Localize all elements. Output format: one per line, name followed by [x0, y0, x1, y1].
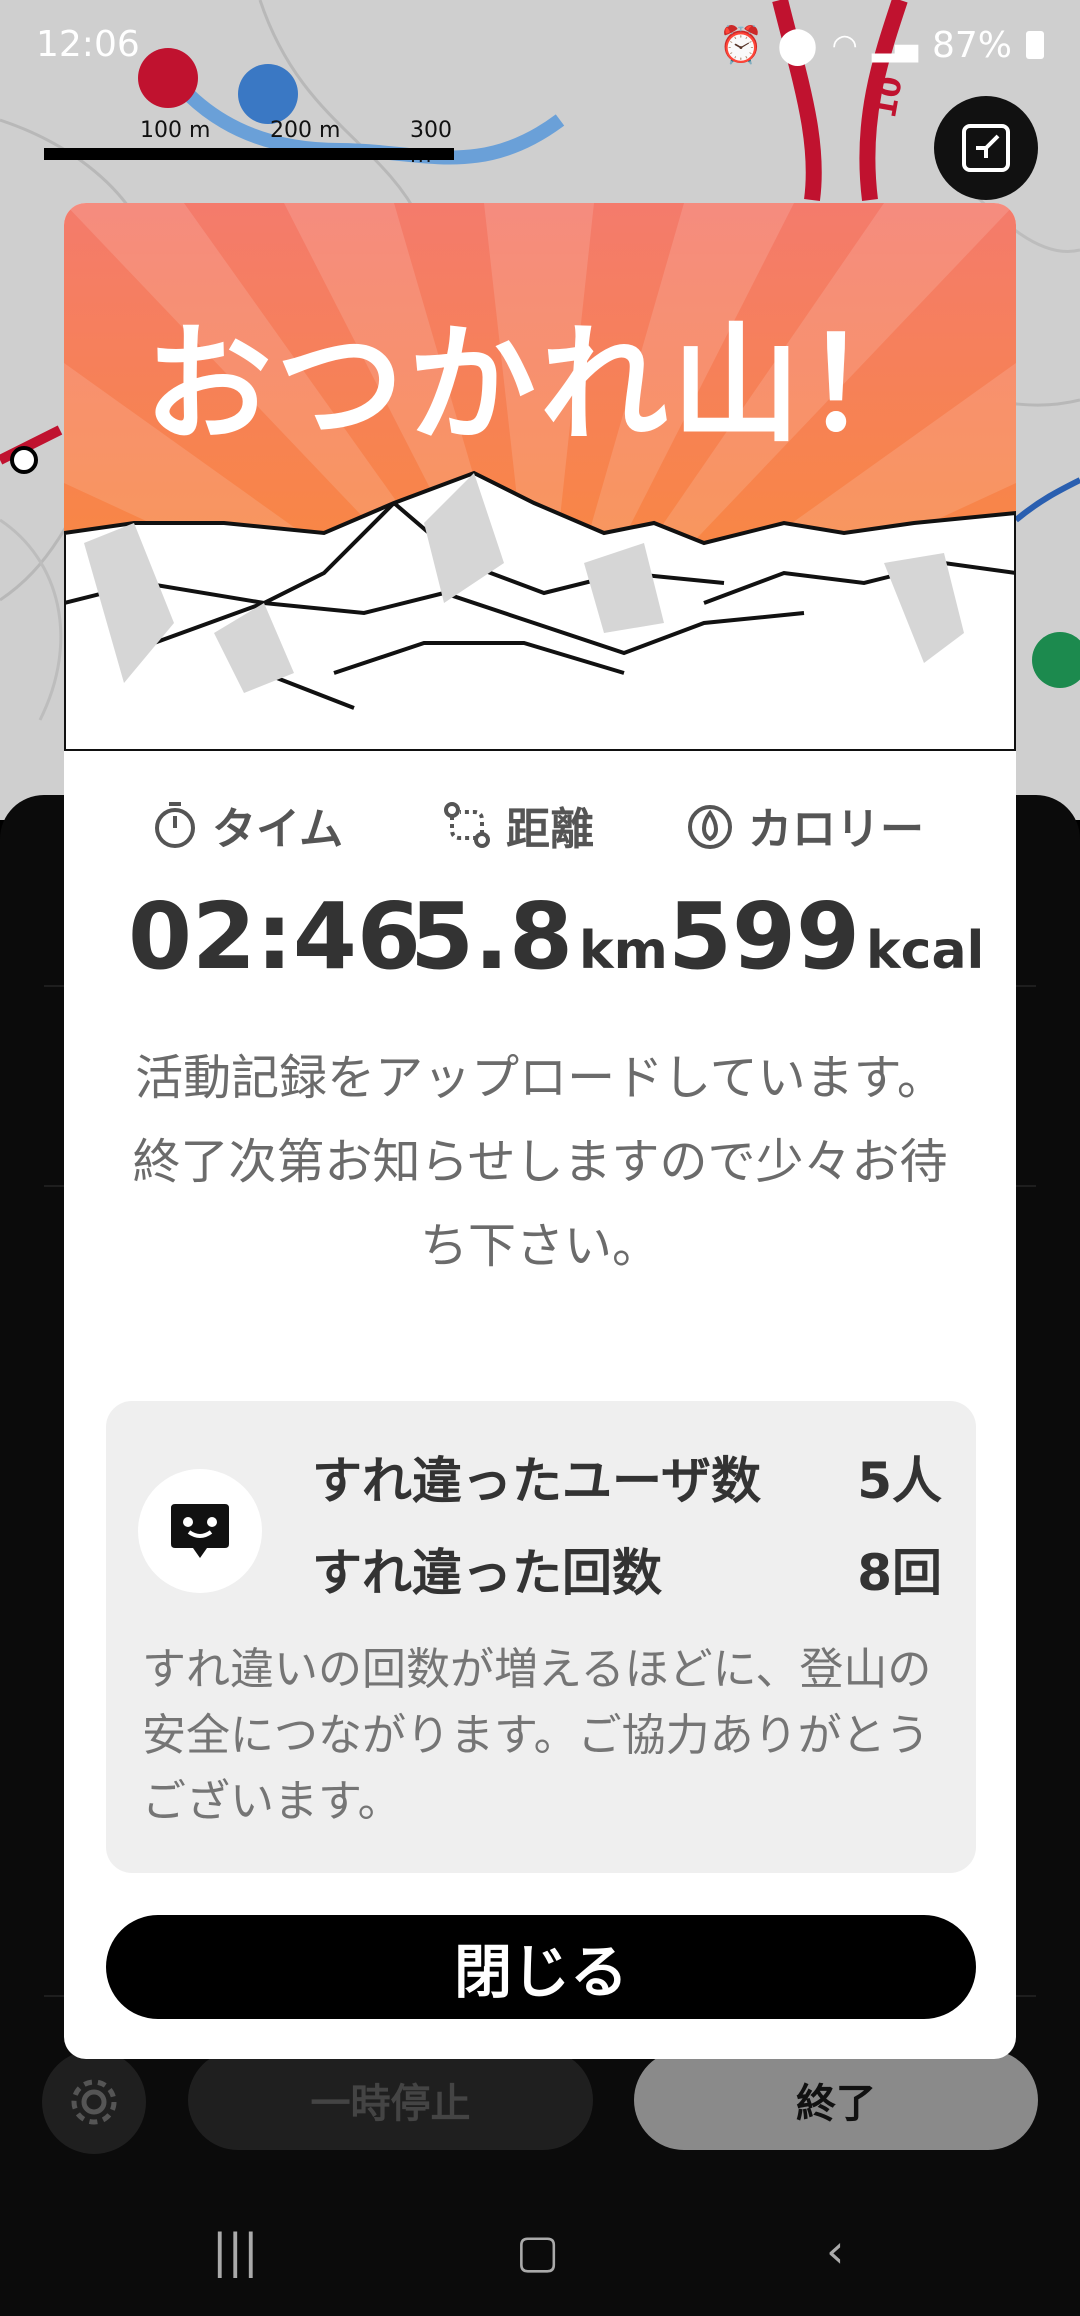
close-button[interactable]: 閉じる — [106, 1915, 976, 2019]
scale-label: 300 m — [410, 118, 452, 168]
tracking-controls: 一時停止 終了 — [0, 2050, 1080, 2154]
passed-users-row: すれ違ったユーザ数 5人 — [312, 1441, 942, 1513]
system-navigation-bar: ||| ▢ ‹ — [0, 2200, 1080, 2316]
passed-users-value: 5人 — [857, 1452, 942, 1510]
stat-label-text: 距離 — [506, 804, 594, 855]
battery-icon — [1026, 31, 1044, 59]
fullscreen-toggle-button[interactable] — [934, 96, 1038, 200]
time-stat-label: タイム — [152, 793, 343, 857]
wifi-icon: ◠ — [831, 27, 858, 63]
battery-percent: 87% — [931, 24, 1012, 66]
passing-info-card: すれ違ったユーザ数 5人 すれ違った回数 8回 すれ違いの回数が増えるほどに、登… — [106, 1401, 976, 1873]
clock: 12:06 — [36, 24, 140, 65]
route-icon — [444, 802, 490, 848]
distance-number: 5.8 — [410, 883, 573, 990]
recent-apps-icon[interactable]: ||| — [212, 2224, 259, 2278]
distance-stat-label: 距離 — [442, 793, 594, 857]
calorie-unit: kcal — [866, 921, 985, 981]
home-icon[interactable]: ▢ — [516, 2224, 559, 2278]
stat-label-text: カロリー — [748, 804, 924, 855]
stopwatch-icon — [155, 802, 195, 848]
passed-count-row: すれ違った回数 8回 — [312, 1533, 942, 1605]
time-number: 02:46 — [128, 883, 421, 990]
face-badge-icon — [171, 1504, 229, 1558]
passed-count-label: すれ違った回数 — [312, 1544, 662, 1602]
dialog-title: おつかれ山！ — [143, 311, 936, 460]
scale-line — [44, 148, 454, 160]
alarm-icon: ⏰ — [718, 25, 764, 66]
passing-avatar — [138, 1469, 262, 1593]
pause-button[interactable]: 一時停止 — [188, 2050, 593, 2150]
calorie-stat-label: カロリー — [686, 793, 924, 857]
map-scale-bar: 100 m 200 m 300 m — [44, 118, 454, 168]
end-button[interactable]: 終了 — [634, 2050, 1038, 2150]
upload-status-message: 活動記録をアップロードしています。終了次第お知らせしますので少々お待ち下さい。 — [132, 1050, 948, 1274]
settings-button[interactable] — [42, 2050, 146, 2154]
calorie-number: 599 — [668, 883, 861, 990]
time-value: 02:46 — [128, 883, 421, 990]
status-bar: 12:06 ⏰ ⬤ ◠ ▂▄ 87% — [0, 0, 1080, 96]
calorie-value: 599 kcal — [668, 883, 984, 990]
signal-icon: ▂▄ — [871, 27, 918, 63]
hero-illustration: おつかれ山！ — [64, 203, 1016, 753]
back-icon[interactable]: ‹ — [826, 2224, 844, 2278]
flame-icon — [688, 805, 732, 849]
passed-count-value: 8回 — [857, 1544, 942, 1602]
location-icon: ⬤ — [777, 24, 818, 66]
scale-label: 100 m — [140, 118, 211, 143]
stat-label-text: タイム — [212, 804, 344, 855]
scale-label: 200 m — [270, 118, 341, 143]
passing-note: すれ違いの回数が増えるほどに、登山の安全につながります。ご協力ありがとうございま… — [142, 1644, 932, 1827]
activity-complete-dialog: おつかれ山！ タイム 距離 カロリー 02:46 5.8 km 599 kcal… — [64, 203, 1016, 2059]
gear-icon — [71, 2079, 117, 2125]
passed-users-label: すれ違ったユーザ数 — [312, 1452, 761, 1510]
collapse-icon — [962, 124, 1010, 172]
status-icons: ⏰ ⬤ ◠ ▂▄ 87% — [719, 24, 1044, 66]
distance-unit: km — [578, 921, 668, 981]
distance-value: 5.8 km — [410, 883, 668, 990]
